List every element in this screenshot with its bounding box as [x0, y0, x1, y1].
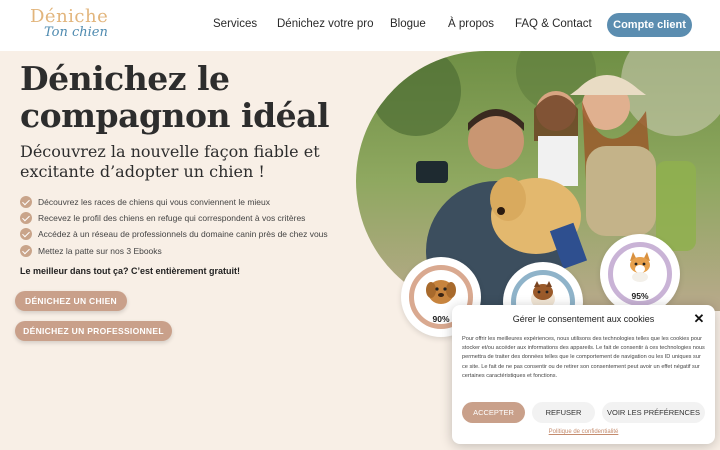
list-item: Mettez la patte sur nos 3 Ebooks	[20, 243, 360, 259]
feature-text: Mettez la patte sur nos 3 Ebooks	[38, 245, 162, 256]
feature-text: Découvrez les races de chiens qui vous c…	[38, 197, 270, 207]
accept-cookies-button[interactable]: ACCEPTER	[462, 402, 525, 423]
close-icon[interactable]: ✕	[693, 312, 705, 325]
view-preferences-button[interactable]: VOIR LES PRÉFÉRENCES	[602, 402, 705, 423]
cookie-description: Pour offrir les meilleures expériences, …	[462, 336, 705, 379]
stat-percent: 95%	[631, 291, 649, 301]
free-callout: Le meilleur dans tout ça? C’est entièrem…	[20, 266, 241, 276]
stat-circle-corgi: 95%	[600, 234, 680, 314]
feature-list: Découvrez les races de chiens qui vous c…	[20, 194, 360, 259]
find-dog-button[interactable]: DÉNICHEZ UN CHIEN	[15, 291, 127, 311]
check-icon	[20, 212, 32, 225]
check-icon	[20, 196, 32, 208]
client-account-button[interactable]: Compte client	[607, 13, 692, 37]
site-logo[interactable]: Déniche Ton chien	[30, 6, 122, 46]
list-item: Recevez le profil des chiens en refuge q…	[20, 210, 360, 226]
logo-tagline: Ton chien	[44, 25, 108, 40]
check-icon	[20, 228, 32, 241]
privacy-policy-link[interactable]: Politique de confidentialité	[452, 429, 715, 435]
logo-wordmark: Déniche	[30, 6, 109, 27]
list-item: Accédez à un réseau de professionnels du…	[20, 226, 360, 242]
nav-item-services[interactable]: Services	[213, 18, 257, 30]
feature-text: Accédez à un réseau de professionnels du…	[38, 229, 328, 240]
cookie-consent-dialog: Gérer le consentement aux cookies ✕ Pour…	[452, 305, 715, 444]
site-header: Déniche Ton chien Services Dénichez votr…	[0, 0, 720, 51]
nav-item-about[interactable]: À propos	[448, 18, 494, 30]
nav-item-faq-contact[interactable]: FAQ & Contact	[515, 18, 592, 30]
golden-puppy-icon	[426, 280, 456, 304]
nav-item-find-pro[interactable]: Dénichez votre pro	[277, 18, 374, 30]
hero-title: Dénichez le compagnon idéal	[20, 59, 330, 135]
check-icon	[20, 244, 32, 257]
find-professional-button[interactable]: DÉNICHEZ UN PROFESSIONNEL	[15, 321, 172, 341]
feature-text: Recevez le profil des chiens en refuge q…	[38, 213, 306, 224]
refuse-cookies-button[interactable]: REFUSER	[532, 402, 595, 423]
nav-item-blog[interactable]: Blogue	[390, 18, 426, 30]
cookie-title: Gérer le consentement aux cookies	[512, 314, 655, 324]
hero-subtitle: Découvrez la nouvelle façon fiable et ex…	[20, 142, 320, 181]
list-item: Découvrez les races de chiens qui vous c…	[20, 194, 360, 210]
corgi-icon	[630, 252, 650, 282]
